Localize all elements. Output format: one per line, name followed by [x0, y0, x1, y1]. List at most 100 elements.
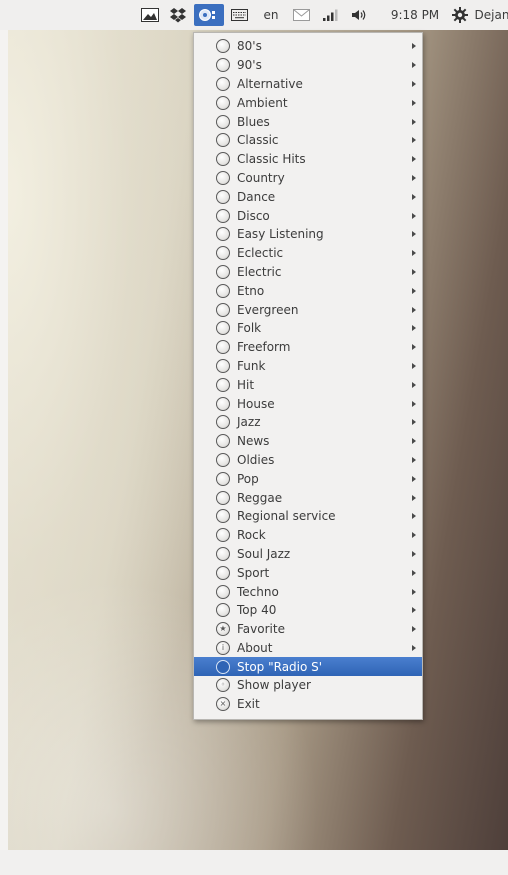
keyboard-layout-indicator[interactable]: en: [258, 0, 284, 30]
menu-item-label: Easy Listening: [237, 227, 324, 242]
menu-item-techno[interactable]: Techno: [194, 582, 422, 601]
menu-item-regional-service[interactable]: Regional service: [194, 507, 422, 526]
stop-icon: [216, 659, 230, 674]
menu-item-show-player[interactable]: ◦ Show player: [194, 676, 422, 695]
menu-item-reggae[interactable]: Reggae: [194, 488, 422, 507]
radio-station-icon: [216, 189, 230, 204]
submenu-arrow-icon: [412, 231, 416, 238]
menu-item-blues[interactable]: Blues: [194, 112, 422, 131]
submenu-arrow-icon: [412, 400, 416, 407]
menu-item-oldies[interactable]: Oldies: [194, 451, 422, 470]
submenu-arrow-icon: [412, 644, 416, 651]
menu-item-dance[interactable]: Dance: [194, 187, 422, 206]
radio-station-icon: [216, 152, 230, 167]
menu-item-label: Folk: [237, 321, 262, 336]
menu-item-label: Electric: [237, 264, 282, 279]
info-icon: i: [216, 640, 230, 655]
keyboard-icon[interactable]: [228, 0, 250, 30]
submenu-arrow-icon: [412, 362, 416, 369]
radio-station-icon: [216, 565, 230, 580]
menu-item-house[interactable]: House: [194, 394, 422, 413]
submenu-arrow-icon: [412, 268, 416, 275]
submenu-arrow-icon: [412, 62, 416, 69]
submenu-arrow-icon: [412, 193, 416, 200]
menu-item-sport[interactable]: Sport: [194, 563, 422, 582]
radio-station-icon: [216, 170, 230, 185]
menu-item-hit[interactable]: Hit: [194, 375, 422, 394]
menu-item-label: 80's: [237, 39, 262, 54]
gear-icon[interactable]: [448, 0, 472, 30]
submenu-arrow-icon: [412, 99, 416, 106]
menu-item-pop[interactable]: Pop: [194, 469, 422, 488]
submenu-arrow-icon: [412, 212, 416, 219]
menu-item-freeform[interactable]: Freeform: [194, 338, 422, 357]
menu-item-top-40[interactable]: Top 40: [194, 601, 422, 620]
menu-item-alternative[interactable]: Alternative: [194, 75, 422, 94]
menu-item-classic[interactable]: Classic: [194, 131, 422, 150]
menu-item-rock[interactable]: Rock: [194, 526, 422, 545]
menu-item-80-s[interactable]: 80's: [194, 37, 422, 56]
mail-icon[interactable]: [289, 0, 313, 30]
menu-item-label: Eclectic: [237, 246, 284, 261]
menu-item-ambient[interactable]: Ambient: [194, 93, 422, 112]
submenu-arrow-icon: [412, 43, 416, 50]
radio-station-icon: [216, 227, 230, 242]
menu-item-news[interactable]: News: [194, 432, 422, 451]
submenu-arrow-icon: [412, 475, 416, 482]
submenu-arrow-icon: [412, 118, 416, 125]
submenu-arrow-icon: [412, 513, 416, 520]
exit-icon: ×: [216, 697, 230, 712]
menu-item-stop-radio-s[interactable]: Stop "Radio S': [194, 657, 422, 677]
menu-item-jazz[interactable]: Jazz: [194, 413, 422, 432]
menu-item-easy-listening[interactable]: Easy Listening: [194, 225, 422, 244]
radio-station-icon: [216, 246, 230, 261]
menu-item-label: Etno: [237, 283, 265, 298]
submenu-arrow-icon: [412, 588, 416, 595]
volume-icon[interactable]: [348, 0, 372, 30]
menu-item-etno[interactable]: Etno: [194, 281, 422, 300]
menu-item-classic-hits[interactable]: Classic Hits: [194, 150, 422, 169]
menu-item-label: Disco: [237, 208, 270, 223]
menu-item-label: About: [237, 640, 273, 655]
menu-item-favorite[interactable]: ★ Favorite: [194, 620, 422, 639]
user-name[interactable]: Dejan: [474, 0, 508, 30]
dropbox-icon[interactable]: [167, 0, 189, 30]
menu-item-about[interactable]: i About: [194, 639, 422, 658]
desktop-left-edge: [0, 30, 8, 850]
screenshot-icon[interactable]: [138, 0, 162, 30]
menu-item-country[interactable]: Country: [194, 169, 422, 188]
menu-item-90-s[interactable]: 90's: [194, 56, 422, 75]
radio-station-icon: [216, 76, 230, 91]
submenu-arrow-icon: [412, 381, 416, 388]
menu-item-eclectic[interactable]: Eclectic: [194, 244, 422, 263]
menu-item-soul-jazz[interactable]: Soul Jazz: [194, 545, 422, 564]
menu-item-label: Rock: [237, 528, 266, 543]
radio-station-icon: [216, 490, 230, 505]
submenu-arrow-icon: [412, 306, 416, 313]
menu-item-label: Dance: [237, 189, 276, 204]
menu-item-label: House: [237, 396, 275, 411]
star-icon: ★: [216, 622, 230, 637]
clock[interactable]: 9:18 PM: [384, 0, 446, 30]
radio-tray-icon[interactable]: [194, 4, 224, 26]
radio-station-icon: [216, 377, 230, 392]
menu-item-disco[interactable]: Disco: [194, 206, 422, 225]
radio-station-icon: [216, 358, 230, 373]
menu-item-label: Pop: [237, 471, 259, 486]
submenu-arrow-icon: [412, 156, 416, 163]
menu-item-funk[interactable]: Funk: [194, 357, 422, 376]
menu-item-label: Techno: [237, 584, 279, 599]
menu-item-label: Ambient: [237, 95, 288, 110]
radio-station-icon: [216, 95, 230, 110]
menu-item-exit[interactable]: × Exit: [194, 695, 422, 714]
menu-item-label: Classic: [237, 133, 279, 148]
menu-item-label: Blues: [237, 114, 270, 129]
submenu-arrow-icon: [412, 569, 416, 576]
menu-item-folk[interactable]: Folk: [194, 319, 422, 338]
menu-item-label: Evergreen: [237, 302, 299, 317]
menu-item-electric[interactable]: Electric: [194, 263, 422, 282]
network-signal-icon[interactable]: [320, 0, 342, 30]
radio-station-icon: [216, 509, 230, 524]
radio-station-icon: [216, 546, 230, 561]
menu-item-evergreen[interactable]: Evergreen: [194, 300, 422, 319]
